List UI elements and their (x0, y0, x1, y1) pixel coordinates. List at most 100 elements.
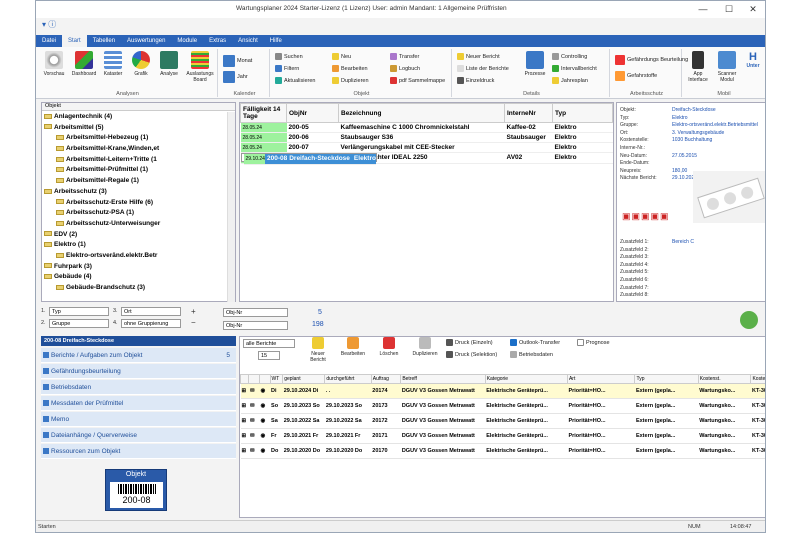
tree-item[interactable]: Arbeitsmittel-Hebezeug (1) (42, 133, 227, 144)
outlook-transfer-button[interactable]: Outlook-Transfer (510, 339, 560, 346)
bearbeiten-button[interactable]: Bearbeiten (332, 65, 368, 72)
unter-button[interactable]: H Unter (744, 51, 762, 69)
tree-item[interactable]: Arbeitsmittel (5) (42, 123, 227, 134)
tree-item[interactable]: Anlagentechnik (4) (42, 112, 227, 123)
tree-scrollbar[interactable] (227, 112, 235, 302)
new-report-button[interactable]: Neuer Bericht (304, 337, 332, 363)
prozesse-button[interactable]: Prozesse (522, 51, 548, 77)
report-filter-select[interactable]: alle Berichte (243, 339, 295, 348)
tree-item[interactable]: Gebäude-Brandschutz (3) (42, 283, 227, 294)
report-col-header[interactable]: Kostenträger (750, 374, 765, 384)
col-internenr[interactable]: InterneNr (504, 103, 553, 123)
report-col-header[interactable]: Betreff (400, 374, 486, 384)
filter-2-select[interactable]: Obj-Nr (223, 321, 288, 330)
duplizieren-button[interactable]: Duplizieren (332, 77, 369, 84)
nav-betriebsdaten[interactable]: Betriebsdaten (41, 380, 236, 395)
sort-4-select[interactable]: ohne Gruppierung (121, 319, 181, 328)
minimize-button[interactable]: — (690, 2, 716, 16)
sort-3-select[interactable]: Ort (121, 307, 181, 316)
menu-extras[interactable]: Extras (203, 35, 232, 47)
menu-ansicht[interactable]: Ansicht (232, 35, 264, 47)
aktualisieren-button[interactable]: Aktualisieren (275, 77, 316, 84)
tree-item[interactable]: Arbeitsschutz-Erste Hilfe (6) (42, 198, 227, 209)
report-col-header[interactable]: Auftrag (370, 374, 402, 384)
tree-item[interactable]: Arbeitsmittel-Leitern+Tritte (1 (42, 155, 227, 166)
betriebsdaten-button[interactable]: Betriebsdaten (510, 351, 553, 358)
tree-item[interactable]: Elektro (1) (42, 240, 227, 251)
controlling-button[interactable]: Controlling (552, 53, 587, 60)
attachment-icons[interactable]: ▣▣▣▣▣ (622, 211, 670, 222)
liste-berichte-button[interactable]: Liste der Berichte (457, 65, 509, 72)
report-col-header[interactable] (239, 374, 250, 384)
expand-icon[interactable]: ⊞ (240, 383, 249, 399)
nav-gefaehrdung[interactable]: Gefährdungsbeurteilung (41, 364, 236, 379)
gefaehrdung-button[interactable]: Gefährdungs Beurteilung (615, 55, 688, 65)
tree-item[interactable]: Gebäude (4) (42, 272, 227, 283)
pdf-sammelmappe-button[interactable]: pdf Sammelmappe (390, 77, 445, 84)
menu-datei[interactable]: Datei (36, 35, 62, 47)
report-col-header[interactable] (248, 374, 260, 384)
analyse-button[interactable]: Analyse (156, 51, 182, 77)
intervallbericht-button[interactable]: Intervallbericht (552, 65, 597, 72)
menu-start[interactable]: Start (62, 35, 87, 47)
nav-dateianhaenge[interactable]: Dateianhänge / Querverweise (41, 428, 236, 443)
collapse-icon[interactable]: − (191, 318, 196, 327)
report-row[interactable]: ⊞ ✉ ◉ So 29.10.2023 So 29.10.2023 So 20173 DGUV… (240, 398, 765, 414)
col-objnr[interactable]: ObjNr (286, 103, 339, 123)
menu-hilfe[interactable]: Hilfe (264, 35, 288, 47)
col-bezeichnung[interactable]: Bezeichnung (338, 103, 505, 123)
druck-selektion-button[interactable]: Druck (Selektion) (446, 351, 497, 358)
auslastung-button[interactable]: Auslastungs Board (184, 51, 216, 83)
menu-auswertungen[interactable]: Auswertungen (121, 35, 171, 47)
app-interface-button[interactable]: App Interface (686, 51, 710, 83)
neu-button[interactable]: Neu (332, 53, 351, 60)
vorschau-button[interactable]: Vorschau (40, 51, 68, 77)
grid-row[interactable]: 29.10.24 200-08 Dreifach-Steckdose Elektro (240, 153, 377, 165)
report-row[interactable]: ⊞ ✉ ◉ Di 29.10.2024 Di. . 20174 DGUV V3 Gossen… (240, 383, 765, 399)
tree-item[interactable]: Fuhrpark (3) (42, 262, 227, 273)
tree-item[interactable]: Arbeitsmittel-Regale (1) (42, 176, 227, 187)
neuer-bericht-button[interactable]: Neuer Bericht (457, 53, 500, 60)
nav-messdaten[interactable]: Messdaten der Prüfmittel (41, 396, 236, 411)
dashboard-button[interactable]: Dashboard (70, 51, 98, 77)
expand-icon[interactable]: + (191, 307, 196, 316)
kataster-button[interactable]: Kataster (100, 51, 126, 77)
druck-einzeln-button[interactable]: Druck (Einzeln) (446, 339, 493, 346)
close-button[interactable]: ✕ (740, 2, 765, 16)
col-faelligkeit[interactable]: Fälligkeit 14 Tage (240, 103, 287, 123)
sort-1-select[interactable]: Typ (49, 307, 109, 316)
tree-item[interactable]: Arbeitsmittel-Krane,Winden,et (42, 144, 227, 155)
tree-item[interactable]: EDV (2) (42, 230, 227, 241)
expand-icon[interactable]: ⊞ (240, 398, 249, 414)
nav-berichte[interactable]: Berichte / Aufgaben zum Objekt 5 (41, 348, 236, 363)
logbuch-button[interactable]: Logbuch (390, 65, 420, 72)
suchen-button[interactable]: Suchen (275, 53, 303, 60)
quick-access-icon[interactable]: ▾ ⓘ (42, 19, 56, 30)
sort-2-select[interactable]: Gruppe (49, 319, 109, 328)
report-count-stepper[interactable]: 15 (258, 351, 280, 360)
report-col-header[interactable]: Kategorie (484, 374, 568, 384)
monat-button[interactable]: Monat (223, 55, 252, 67)
status-user-icon[interactable] (740, 311, 758, 329)
tree-item[interactable]: Elektro-ortsveränd.elektr.Betr (42, 251, 227, 262)
edit-report-button[interactable]: Bearbeiten (336, 337, 370, 357)
grid-row[interactable]: 28.05.24 200-06 Staubsauger S36 Staubsauger… (240, 132, 613, 143)
menu-tabellen[interactable]: Tabellen (87, 35, 121, 47)
tree-item[interactable]: Arbeitsschutz-PSA (1) (42, 208, 227, 219)
duplicate-report-button[interactable]: Duplizieren (408, 337, 442, 357)
einzeldruck-button[interactable]: Einzeldruck (457, 77, 494, 84)
grafik-button[interactable]: Grafik (128, 51, 154, 77)
grid-row[interactable]: 28.05.24 200-05 Kaffeemaschine C 1000 Chro… (240, 122, 613, 133)
nav-ressourcen[interactable]: Ressourcen zum Objekt (41, 444, 236, 459)
report-row[interactable]: ⊞ ✉ ◉ Sa 29.10.2022 Sa 29.10.2022 Sa 20172 DGUV… (240, 413, 765, 429)
report-col-header[interactable] (259, 374, 271, 384)
nav-memo[interactable]: Memo (41, 412, 236, 427)
report-col-header[interactable]: WT (269, 374, 284, 384)
tree-item[interactable]: Arbeitsschutz-Unterweisunger (42, 219, 227, 230)
menu-module[interactable]: Module (171, 35, 203, 47)
transfer-button[interactable]: Transfer (390, 53, 419, 60)
expand-icon[interactable]: ⊞ (240, 413, 249, 429)
jahr-button[interactable]: Jahr (223, 71, 248, 83)
prognose-checkbox[interactable]: Prognose (577, 339, 610, 346)
col-typ[interactable]: Typ (552, 103, 613, 123)
